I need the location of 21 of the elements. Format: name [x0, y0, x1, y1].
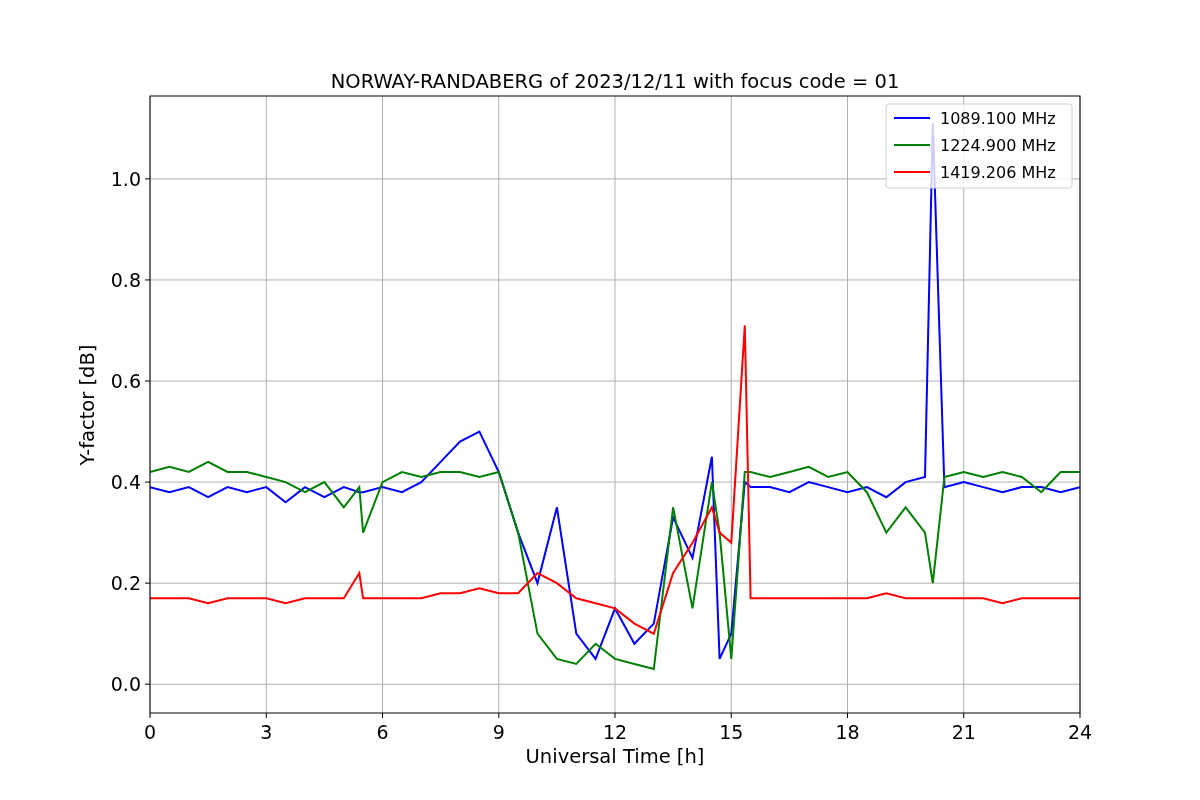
y-tick-label: 0.2	[110, 572, 141, 595]
x-tick-label: 15	[719, 721, 744, 743]
y-tick-label: 0.8	[110, 268, 141, 291]
x-tick-label: 9	[492, 721, 505, 743]
x-tick-label: 0	[143, 721, 157, 743]
x-axis-label: Universal Time [h]	[525, 745, 705, 768]
legend-label: 1089.100 MHz	[940, 109, 1056, 128]
y-tick-label: 1.0	[110, 167, 141, 190]
legend-label: 1224.900 MHz	[940, 136, 1056, 155]
x-tick-label: 6	[376, 721, 389, 743]
chart-title: NORWAY-RANDABERG of 2023/12/11 with focus code = 01	[330, 70, 900, 93]
y-tick-label: 0.4	[110, 471, 141, 494]
x-tick-label: 21	[951, 721, 976, 743]
y-tick-label: 0.6	[110, 370, 141, 392]
y-tick-label: 0.0	[110, 673, 141, 696]
x-tick-label: 12	[602, 721, 628, 743]
y-axis-label: Y-factor [dB]	[76, 344, 99, 466]
x-tick-label: 18	[835, 721, 860, 743]
x-tick-label: 3	[260, 721, 273, 743]
legend-label: 1419.206 MHz	[940, 163, 1056, 182]
x-tick-label: 24	[1067, 721, 1093, 743]
